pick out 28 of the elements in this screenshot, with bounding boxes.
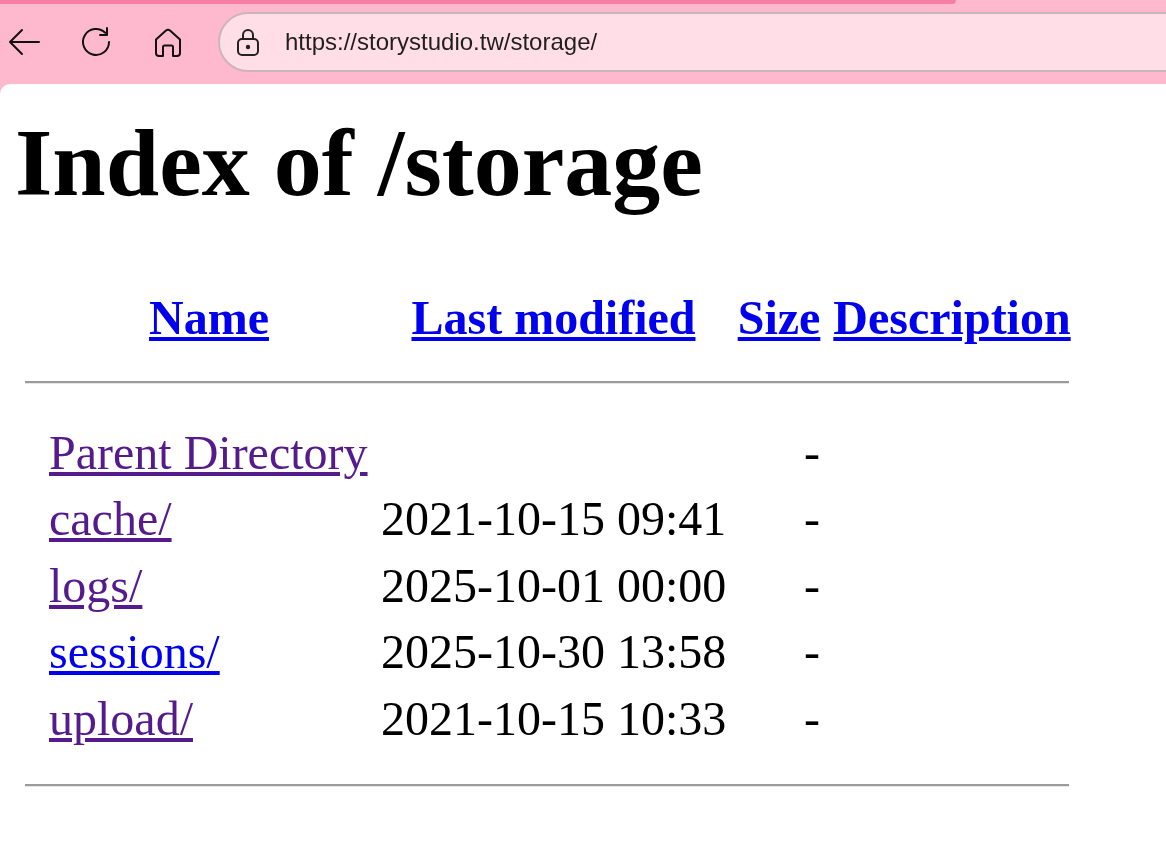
back-button[interactable] bbox=[8, 26, 40, 58]
folder-link[interactable]: logs/ bbox=[49, 558, 143, 612]
column-header-link[interactable]: Last modified bbox=[411, 291, 696, 344]
address-bar[interactable]: https://storystudio.tw/storage/ bbox=[218, 12, 1166, 72]
home-button[interactable] bbox=[153, 27, 183, 57]
folder-link[interactable]: upload/ bbox=[49, 691, 193, 745]
column-header-link[interactable]: Name bbox=[149, 291, 269, 344]
back-arrow-icon bbox=[8, 28, 40, 56]
reload-button[interactable] bbox=[80, 26, 112, 58]
page-heading: Index of /storage bbox=[15, 110, 703, 216]
size-value: - bbox=[804, 425, 820, 479]
modified-date: 2021-10-15 10:33 bbox=[381, 691, 727, 745]
lock-icon bbox=[236, 28, 260, 56]
size-value: - bbox=[804, 492, 820, 546]
column-header-link[interactable]: Description bbox=[833, 291, 1071, 344]
folder-link[interactable]: cache/ bbox=[49, 492, 172, 546]
size-value: - bbox=[804, 558, 820, 612]
folder-link[interactable]: Parent Directory bbox=[49, 425, 368, 479]
reload-icon bbox=[80, 26, 112, 58]
url-text: https://storystudio.tw/storage/ bbox=[285, 27, 598, 57]
modified-date: 2025-10-01 00:00 bbox=[381, 558, 727, 612]
modified-date: 2021-10-15 09:41 bbox=[381, 492, 727, 546]
modified-date: 2025-10-30 13:58 bbox=[381, 625, 727, 679]
column-header-link[interactable]: Size bbox=[737, 291, 821, 344]
size-value: - bbox=[804, 691, 820, 745]
home-icon bbox=[153, 27, 183, 57]
size-value: - bbox=[804, 625, 820, 679]
folder-link[interactable]: sessions/ bbox=[49, 625, 220, 679]
